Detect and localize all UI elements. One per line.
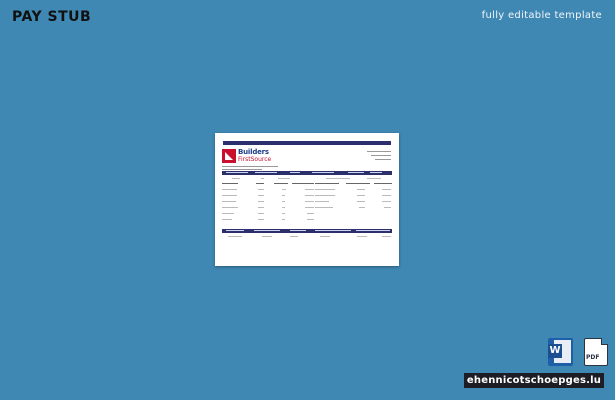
employee-info-line	[371, 155, 391, 156]
company-address-line	[222, 169, 262, 170]
company-address-line	[222, 166, 278, 167]
employee-info-line	[367, 151, 391, 152]
website-watermark: ehennicotschoepges.lu	[464, 373, 604, 388]
earnings-row	[222, 195, 392, 197]
logo-word-1: Builders	[238, 148, 269, 156]
totals-header	[222, 229, 392, 233]
totals-row	[222, 236, 392, 238]
earnings-row	[222, 189, 392, 191]
earnings-row	[222, 213, 392, 215]
word-file-icon[interactable]: W	[548, 338, 573, 366]
pdf-label: PDF	[586, 354, 600, 361]
word-letter: W	[548, 344, 562, 358]
earnings-row	[222, 219, 392, 221]
logo-word-2: FirstSource	[238, 156, 272, 163]
earnings-column-headings	[222, 183, 392, 185]
page-title: PAY STUB	[12, 9, 92, 25]
employee-info-header	[222, 171, 392, 175]
employee-info-row	[222, 178, 392, 180]
earnings-row	[222, 201, 392, 203]
employee-info-line	[375, 159, 391, 160]
page-subtitle: fully editable template	[481, 10, 602, 21]
pay-stub-preview[interactable]: Builders FirstSource	[215, 133, 399, 266]
logo-mark-icon	[222, 149, 236, 163]
company-logo: Builders FirstSource	[222, 148, 280, 164]
document-header-bar	[223, 141, 391, 145]
pdf-file-icon[interactable]: PDF	[584, 338, 608, 366]
earnings-row	[222, 207, 392, 209]
